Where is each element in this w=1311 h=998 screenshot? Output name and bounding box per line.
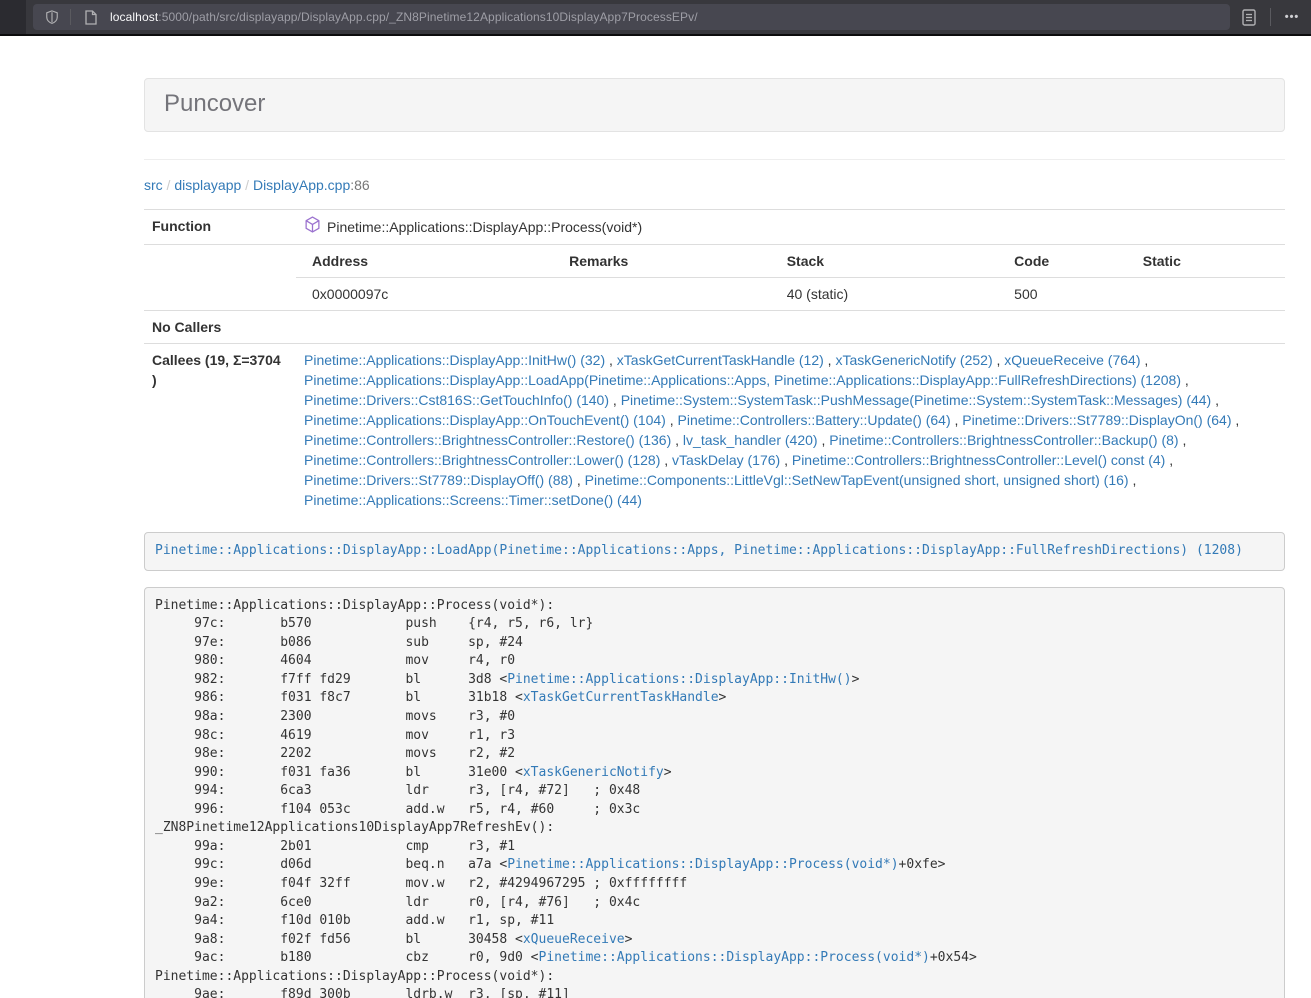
shield-icon[interactable] — [41, 5, 63, 29]
symbol-cube-icon — [304, 216, 321, 238]
callee-link[interactable]: Pinetime::Drivers::St7789::DisplayOff() … — [304, 472, 573, 488]
highlighted-symbol-box: Pinetime::Applications::DisplayApp::Load… — [144, 532, 1285, 571]
code-line: 9a4: f10d 010b add.w r1, sp, #11 — [155, 912, 1274, 931]
reader-mode-icon[interactable] — [1238, 5, 1260, 29]
callee-link[interactable]: Pinetime::Controllers::BrightnessControl… — [792, 452, 1165, 468]
col-header-static: Static — [1127, 245, 1285, 278]
window-corner — [0, 0, 26, 34]
code-line: 97c: b570 push {r4, r5, r6, lr} — [155, 615, 1274, 634]
url-bar[interactable]: localhost:5000/path/src/displayapp/Displ… — [33, 4, 1230, 30]
code-line: 98a: 2300 movs r3, #0 — [155, 708, 1274, 727]
app-title: Puncover — [164, 90, 265, 117]
code-line: 99a: 2b01 cmp r3, #1 — [155, 838, 1274, 857]
callee-link[interactable]: Pinetime::Controllers::BrightnessControl… — [829, 432, 1178, 448]
highlighted-symbol-link[interactable]: Pinetime::Applications::DisplayApp::Load… — [155, 543, 1243, 558]
function-name: Pinetime::Applications::DisplayApp::Proc… — [327, 217, 642, 237]
callee-link[interactable]: Pinetime::Controllers::BrightnessControl… — [304, 432, 671, 448]
code-line: Pinetime::Applications::DisplayApp::Proc… — [155, 597, 1274, 616]
code-line: 986: f031 f8c7 bl 31b18 <xTaskGetCurrent… — [155, 689, 1274, 708]
code-line: 97e: b086 sub sp, #24 — [155, 634, 1274, 653]
code-line: 9a2: 6ce0 ldr r0, [r4, #76] ; 0x4c — [155, 894, 1274, 913]
code-symbol-link[interactable]: xTaskGenericNotify — [523, 765, 664, 780]
app-title-panel: Puncover — [144, 78, 1285, 132]
callee-link[interactable]: Pinetime::Applications::DisplayApp::Load… — [304, 372, 1181, 388]
table-row: No Callers — [144, 311, 1285, 344]
static-value — [1127, 278, 1285, 311]
code-line: 9ac: b180 cbz r0, 9d0 <Pinetime::Applica… — [155, 949, 1274, 968]
callee-link[interactable]: Pinetime::Drivers::St7789::DisplayOn() (… — [962, 412, 1231, 428]
breadcrumb: src / displayapp / DisplayApp.cpp:86 — [144, 175, 1285, 195]
stats-value-row: 0x0000097c 40 (static) 500 — [296, 278, 1285, 311]
callees-label: Callees (19, Σ=3704 ) — [144, 344, 296, 517]
code-line: 994: 6ca3 ldr r3, [r4, #72] ; 0x48 — [155, 782, 1274, 801]
callee-link[interactable]: Pinetime::Applications::DisplayApp::Init… — [304, 352, 605, 368]
code-line: _ZN8Pinetime12Applications10DisplayApp7R… — [155, 819, 1274, 838]
callee-link[interactable]: lv_task_handler (420) — [683, 432, 818, 448]
breadcrumb-separator: / — [241, 177, 253, 193]
code-value: 500 — [998, 278, 1127, 311]
code-line: 98c: 4619 mov r1, r3 — [155, 727, 1274, 746]
code-line: 9ae: f89d 300b ldrb.w r3, [sp, #11] — [155, 986, 1274, 998]
code-line: Pinetime::Applications::DisplayApp::Proc… — [155, 968, 1274, 987]
col-header-code: Code — [998, 245, 1127, 278]
function-label: Function — [144, 210, 296, 245]
stats-header-row: Address Remarks Stack Code Static — [296, 245, 1285, 278]
callee-link[interactable]: xTaskGetCurrentTaskHandle (12) — [617, 352, 824, 368]
code-line: 982: f7ff fd29 bl 3d8 <Pinetime::Applica… — [155, 671, 1274, 690]
code-line: 98e: 2202 movs r2, #2 — [155, 745, 1274, 764]
callee-link[interactable]: Pinetime::Controllers::Battery::Update()… — [678, 412, 951, 428]
table-row: Address Remarks Stack Code Static 0x0000… — [144, 245, 1285, 311]
callee-link[interactable]: Pinetime::Applications::Screens::Timer::… — [304, 492, 642, 508]
breadcrumb-link[interactable]: src — [144, 177, 163, 193]
function-table: Function Pinetime::Applications::Display… — [144, 209, 1285, 516]
callee-link[interactable]: Pinetime::Drivers::Cst816S::GetTouchInfo… — [304, 392, 609, 408]
code-line: 99c: d06d beq.n a7a <Pinetime::Applicati… — [155, 856, 1274, 875]
callees-cell: Pinetime::Applications::DisplayApp::Init… — [296, 344, 1285, 517]
code-line: 9a8: f02f fd56 bl 30458 <xQueueReceive> — [155, 931, 1274, 950]
function-stats-table: Address Remarks Stack Code Static 0x0000… — [296, 245, 1285, 310]
col-header-remarks: Remarks — [553, 245, 771, 278]
toolbar-divider — [1270, 8, 1271, 26]
code-symbol-link[interactable]: Pinetime::Applications::DisplayApp::Proc… — [539, 950, 930, 965]
code-line: 980: 4604 mov r4, r0 — [155, 652, 1274, 671]
breadcrumb-line-number: :86 — [350, 177, 369, 193]
url-path: :5000/path/src/displayapp/DisplayApp.cpp… — [158, 10, 697, 24]
code-line: 990: f031 fa36 bl 31e00 <xTaskGenericNot… — [155, 764, 1274, 783]
code-symbol-link[interactable]: xQueueReceive — [523, 932, 625, 947]
col-header-stack: Stack — [771, 245, 998, 278]
code-symbol-link[interactable]: xTaskGetCurrentTaskHandle — [523, 690, 719, 705]
disassembly-code: Pinetime::Applications::DisplayApp::Proc… — [144, 587, 1285, 998]
divider — [144, 159, 1285, 160]
breadcrumb-separator: / — [163, 177, 175, 193]
code-line: 99e: f04f 32ff mov.w r2, #4294967295 ; 0… — [155, 875, 1274, 894]
no-callers-label: No Callers — [144, 311, 296, 344]
col-header-address: Address — [296, 245, 553, 278]
breadcrumb-link[interactable]: displayapp — [174, 177, 241, 193]
url-text[interactable]: localhost:5000/path/src/displayapp/Displ… — [110, 10, 698, 24]
url-bar-divider — [70, 9, 71, 25]
browser-toolbar: localhost:5000/path/src/displayapp/Displ… — [0, 0, 1311, 36]
table-row: Callees (19, Σ=3704 ) Pinetime::Applicat… — [144, 344, 1285, 517]
callee-link[interactable]: Pinetime::Applications::DisplayApp::OnTo… — [304, 412, 666, 428]
code-symbol-link[interactable]: Pinetime::Applications::DisplayApp::Init… — [507, 672, 851, 687]
url-domain: localhost — [110, 10, 158, 24]
breadcrumb-link[interactable]: DisplayApp.cpp — [253, 177, 350, 193]
code-line: 996: f104 053c add.w r5, r4, #60 ; 0x3c — [155, 801, 1274, 820]
page-content: Puncover src / displayapp / DisplayApp.c… — [0, 36, 1311, 998]
menu-icon[interactable]: ••• — [1281, 5, 1303, 29]
callee-link[interactable]: xTaskGenericNotify (252) — [835, 352, 992, 368]
address-value: 0x0000097c — [296, 278, 553, 311]
callee-link[interactable]: Pinetime::System::SystemTask::PushMessag… — [621, 392, 1212, 408]
callee-link[interactable]: Pinetime::Controllers::BrightnessControl… — [304, 452, 660, 468]
callee-link[interactable]: vTaskDelay (176) — [672, 452, 780, 468]
code-symbol-link[interactable]: Pinetime::Applications::DisplayApp::Proc… — [507, 857, 898, 872]
callee-link[interactable]: Pinetime::Components::LittleVgl::SetNewT… — [585, 472, 1129, 488]
stack-value: 40 (static) — [771, 278, 998, 311]
callee-link[interactable]: xQueueReceive (764) — [1004, 352, 1140, 368]
table-row: Function Pinetime::Applications::Display… — [144, 210, 1285, 245]
remarks-value — [553, 278, 771, 311]
page-info-icon[interactable] — [80, 5, 102, 29]
